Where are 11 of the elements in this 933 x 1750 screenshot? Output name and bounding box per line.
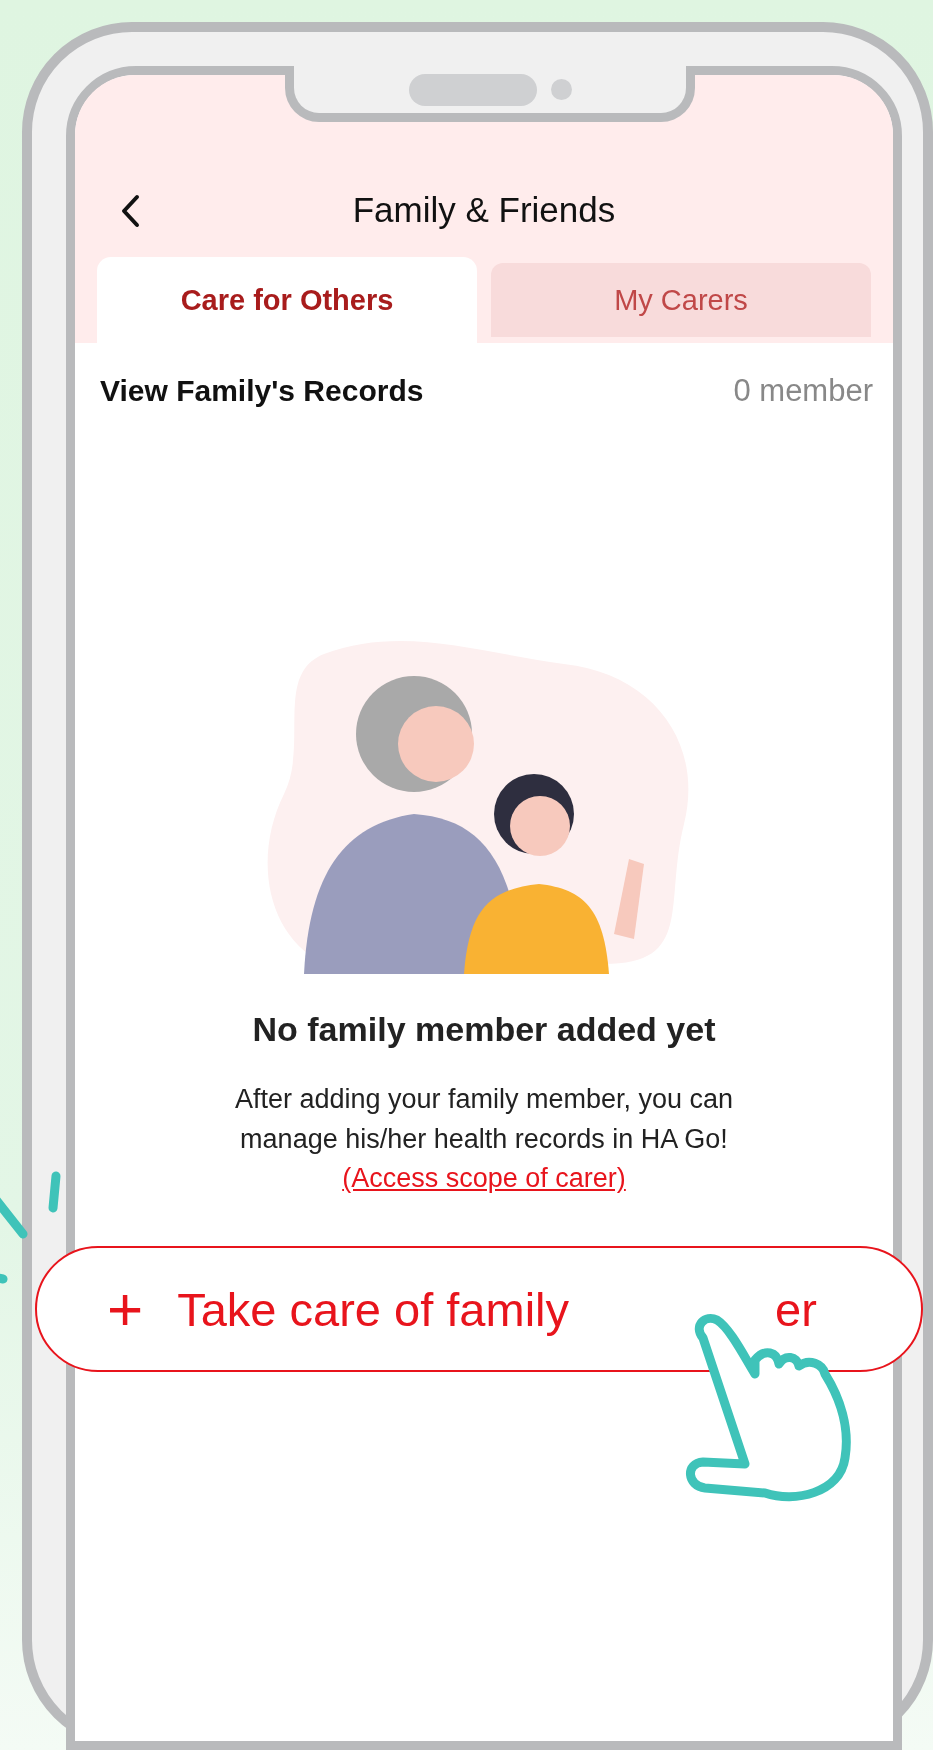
page-title: Family & Friends xyxy=(352,190,616,230)
add-family-member-button[interactable]: + Take care of family er xyxy=(35,1246,923,1372)
access-scope-link[interactable]: (Access scope of carer) xyxy=(342,1163,626,1194)
camera-dot xyxy=(550,79,572,100)
tab[interactable]: My Carers xyxy=(491,263,871,337)
back-chevron-icon xyxy=(120,194,140,228)
tab[interactable]: Care for Others xyxy=(97,257,477,343)
empty-state-message: After adding your family member, you can manage his/her health records in HA Go! xyxy=(233,1083,735,1156)
section-title: View Family's Records xyxy=(100,374,424,408)
member-count: 0 member xyxy=(733,373,873,409)
empty-state-heading: No family member added yet xyxy=(251,1010,717,1049)
